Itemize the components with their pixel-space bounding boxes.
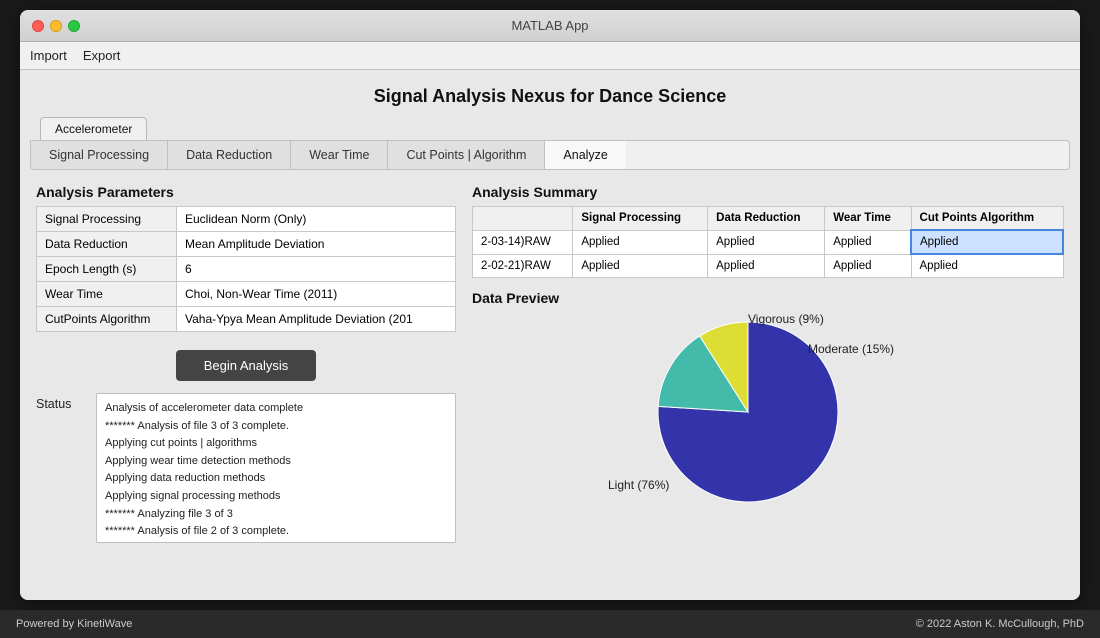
menu-export[interactable]: Export	[83, 48, 121, 63]
params-table: Signal Processing Euclidean Norm (Only) …	[36, 206, 456, 332]
tab-cut-points[interactable]: Cut Points | Algorithm	[388, 141, 545, 169]
analysis-parameters-title: Analysis Parameters	[36, 184, 456, 200]
analysis-summary-title: Analysis Summary	[472, 184, 1064, 200]
begin-analysis-container: Begin Analysis	[36, 344, 456, 381]
summary-row-2-wear: Applied	[825, 254, 911, 278]
summary-row-2: 2-02-21)RAW Applied Applied Applied Appl…	[473, 254, 1064, 278]
summary-row-2-signal: Applied	[573, 254, 708, 278]
tab-signal-processing[interactable]: Signal Processing	[31, 141, 168, 169]
menubar: Import Export	[20, 42, 1080, 70]
data-preview-title: Data Preview	[472, 290, 1064, 306]
param-value-cutpoints: Vaha-Ypya Mean Amplitude Deviation (201	[177, 307, 456, 332]
summary-row-1-wear: Applied	[825, 230, 911, 254]
footer: Powered by KinetiWave © 2022 Aston K. Mc…	[0, 610, 1100, 638]
analysis-summary-section: Analysis Summary Signal Processing Data …	[472, 184, 1064, 278]
summary-row-1-cutpoints: Applied	[911, 230, 1063, 254]
param-row-signal: Signal Processing Euclidean Norm (Only)	[37, 207, 456, 232]
col-header-signal: Signal Processing	[573, 207, 708, 231]
label-light: Light (76%)	[608, 478, 669, 492]
col-header-reduction: Data Reduction	[708, 207, 825, 231]
tab-data-reduction[interactable]: Data Reduction	[168, 141, 291, 169]
summary-table: Signal Processing Data Reduction Wear Ti…	[472, 206, 1064, 278]
status-label: Status	[36, 393, 86, 592]
footer-copyright: © 2022 Aston K. McCullough, PhD	[916, 618, 1084, 630]
param-label-reduction: Data Reduction	[37, 232, 177, 257]
param-value-signal: Euclidean Norm (Only)	[177, 207, 456, 232]
param-label-epoch: Epoch Length (s)	[37, 257, 177, 282]
col-header-cutpoints: Cut Points Algorithm	[911, 207, 1063, 231]
right-panel: Analysis Summary Signal Processing Data …	[456, 184, 1064, 592]
status-section: Status Analysis of accelerometer data co…	[36, 393, 456, 592]
titlebar: MATLAB App	[20, 10, 1080, 42]
tab-accelerometer[interactable]: Accelerometer	[40, 117, 147, 140]
tab-wear-time[interactable]: Wear Time	[291, 141, 388, 169]
app-window: MATLAB App Import Export Signal Analysis…	[20, 10, 1080, 600]
summary-row-1-id: 2-03-14)RAW	[473, 230, 573, 254]
begin-analysis-button[interactable]: Begin Analysis	[176, 350, 317, 381]
summary-row-2-id: 2-02-21)RAW	[473, 254, 573, 278]
param-row-reduction: Data Reduction Mean Amplitude Deviation	[37, 232, 456, 257]
app-title: Signal Analysis Nexus for Dance Science	[20, 70, 1080, 117]
summary-row-1-reduction: Applied	[708, 230, 825, 254]
traffic-lights	[32, 20, 80, 32]
status-box[interactable]: Analysis of accelerometer data complete …	[96, 393, 456, 543]
data-preview-section: Data Preview Vigorous (9%) Moderate (15%…	[472, 290, 1064, 512]
summary-header-row: Signal Processing Data Reduction Wear Ti…	[473, 207, 1064, 231]
app-content: Signal Analysis Nexus for Dance Science …	[20, 70, 1080, 600]
param-row-wear: Wear Time Choi, Non-Wear Time (2011)	[37, 282, 456, 307]
col-header-wear: Wear Time	[825, 207, 911, 231]
summary-row-1: 2-03-14)RAW Applied Applied Applied Appl…	[473, 230, 1064, 254]
summary-row-2-cutpoints: Applied	[911, 254, 1063, 278]
main-content: Analysis Parameters Signal Processing Eu…	[20, 170, 1080, 600]
maximize-button[interactable]	[68, 20, 80, 32]
tab-bar-outer: Accelerometer Signal Processing Data Red…	[20, 117, 1080, 170]
summary-row-2-reduction: Applied	[708, 254, 825, 278]
summary-row-1-signal: Applied	[573, 230, 708, 254]
param-row-cutpoints: CutPoints Algorithm Vaha-Ypya Mean Ampli…	[37, 307, 456, 332]
close-button[interactable]	[32, 20, 44, 32]
param-label-cutpoints: CutPoints Algorithm	[37, 307, 177, 332]
analysis-parameters-section: Analysis Parameters Signal Processing Eu…	[36, 184, 456, 332]
pie-chart: Vigorous (9%) Moderate (15%) Light (76%)	[608, 312, 928, 512]
col-header-id	[473, 207, 573, 231]
param-label-signal: Signal Processing	[37, 207, 177, 232]
minimize-button[interactable]	[50, 20, 62, 32]
param-row-epoch: Epoch Length (s) 6	[37, 257, 456, 282]
param-value-epoch: 6	[177, 257, 456, 282]
param-value-reduction: Mean Amplitude Deviation	[177, 232, 456, 257]
label-moderate: Moderate (15%)	[808, 342, 928, 356]
pie-chart-container: Vigorous (9%) Moderate (15%) Light (76%)	[472, 312, 1064, 512]
param-value-wear: Choi, Non-Wear Time (2011)	[177, 282, 456, 307]
tab-analyze[interactable]: Analyze	[545, 141, 625, 169]
param-label-wear: Wear Time	[37, 282, 177, 307]
window-title: MATLAB App	[511, 18, 588, 33]
left-panel: Analysis Parameters Signal Processing Eu…	[36, 184, 456, 592]
footer-powered-by: Powered by KinetiWave	[16, 618, 132, 630]
tab-row-main: Signal Processing Data Reduction Wear Ti…	[30, 140, 1070, 170]
tab-row-top: Accelerometer	[30, 117, 1070, 140]
menu-import[interactable]: Import	[30, 48, 67, 63]
label-vigorous: Vigorous (9%)	[748, 312, 824, 326]
